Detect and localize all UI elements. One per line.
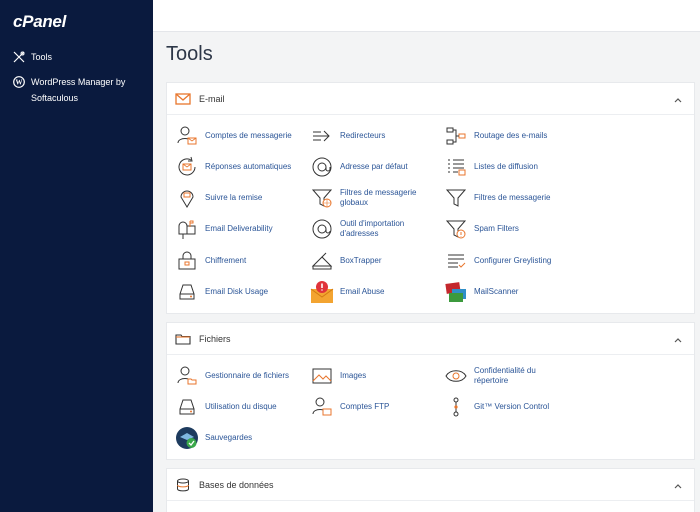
image-icon (310, 364, 334, 388)
folder-icon (175, 332, 191, 346)
tool-label: Réponses automatiques (205, 162, 292, 171)
sidebar-item-wordpress[interactable]: W WordPress Manager by Softaculous (13, 74, 138, 106)
cpanel-logo[interactable]: cPanel (13, 12, 66, 32)
sidebar-item-label: WordPress Manager by Softaculous (31, 77, 126, 103)
section-title: Bases de données (199, 479, 274, 490)
location-pin-icon (175, 186, 199, 210)
images-link[interactable]: Images (310, 362, 366, 390)
sidebar: cPanel Tools W WordPress Manager by Soft… (0, 0, 153, 512)
envelope-icon (175, 92, 191, 106)
top-bar (153, 0, 700, 32)
tool-label: Gestionnaire de fichiers (205, 371, 290, 380)
tool-label: Comptes de messagerie (205, 131, 292, 140)
comptes-de-messagerie-link[interactable]: Comptes de messagerie (175, 122, 292, 150)
disk-icon (175, 280, 199, 304)
email-section-header[interactable]: E-mail (167, 83, 694, 115)
email-disk-usage-link[interactable]: Email Disk Usage (175, 278, 268, 306)
tool-label: Suivre la remise (205, 193, 263, 202)
forward-arrow-icon (310, 124, 334, 148)
filtres-de-messagerie-link[interactable]: Filtres de messagerie (444, 184, 550, 212)
disk-usage-icon (175, 395, 199, 419)
greylisting-link[interactable]: Configurer Greylisting (444, 247, 551, 275)
greylisting-icon (444, 249, 468, 273)
tool-label: Adresse par défaut (340, 162, 408, 171)
tool-label: Email Abuse (340, 287, 385, 296)
encryption-icon (175, 249, 199, 273)
filter-icon (444, 186, 468, 210)
chiffrement-link[interactable]: Chiffrement (175, 247, 246, 275)
git-branch-icon (444, 395, 468, 419)
user-mail-icon (175, 124, 199, 148)
sidebar-item-label: Tools (31, 52, 53, 62)
files-section-header[interactable]: Fichiers (167, 323, 694, 355)
tool-label: Confidentialité du répertoire (474, 366, 536, 385)
tool-label: Filtres de messagerie globaux (340, 188, 417, 207)
file-manager-icon (175, 364, 199, 388)
tool-label: Email Deliverability (205, 224, 273, 233)
sauvegardes-link[interactable]: Sauvegardes (175, 424, 252, 452)
chevron-up-icon[interactable] (672, 93, 684, 105)
ftp-accounts-icon (310, 395, 334, 419)
tool-label: Sauvegardes (205, 433, 253, 442)
suivre-la-remise-link[interactable]: Suivre la remise (175, 184, 262, 212)
svg-text:W: W (16, 79, 23, 87)
databases-section: Bases de données (166, 468, 695, 512)
git-version-control-link[interactable]: Git™ Version Control (444, 393, 549, 421)
mailing-list-icon (444, 155, 468, 179)
global-filter-icon (310, 186, 334, 210)
tool-label: Comptes FTP (340, 402, 390, 411)
tool-label: Outil d'importation d'adresses (340, 219, 405, 238)
adresse-par-defaut-link[interactable]: Adresse par défaut (310, 153, 408, 181)
database-icon (175, 478, 191, 492)
gestionnaire-fichiers-link[interactable]: Gestionnaire de fichiers (175, 362, 289, 390)
tool-label: Filtres de messagerie (474, 193, 551, 202)
backup-icon (175, 426, 199, 450)
section-title: Fichiers (199, 333, 231, 344)
tool-label: Routage des e-mails (474, 131, 548, 140)
mailbox-icon (175, 217, 199, 241)
boxtrapper-icon (310, 249, 334, 273)
email-abuse-icon (310, 280, 334, 304)
autoresponder-icon (175, 155, 199, 179)
eye-icon (444, 364, 468, 388)
email-deliverability-link[interactable]: Email Deliverability (175, 215, 273, 243)
tools-icon (13, 51, 25, 63)
tool-label: Configurer Greylisting (474, 256, 552, 265)
filtres-globaux-link[interactable]: Filtres de messagerie globaux (310, 184, 435, 212)
tool-label: Chiffrement (205, 256, 247, 265)
spam-filter-icon (444, 217, 468, 241)
tool-label: Redirecteurs (340, 131, 386, 140)
at-sign-icon (310, 155, 334, 179)
boxtrapper-link[interactable]: BoxTrapper (310, 247, 382, 275)
spam-filters-link[interactable]: Spam Filters (444, 215, 519, 243)
tool-label: BoxTrapper (340, 256, 382, 265)
page-title: Tools (166, 43, 213, 65)
databases-section-header[interactable]: Bases de données (167, 469, 694, 501)
tool-label: Spam Filters (474, 224, 519, 233)
mailscanner-icon (444, 280, 468, 304)
email-abuse-link[interactable]: Email Abuse (310, 278, 384, 306)
tool-label: Utilisation du disque (205, 402, 277, 411)
listes-de-diffusion-link[interactable]: Listes de diffusion (444, 153, 538, 181)
section-title: E-mail (199, 93, 225, 104)
chevron-up-icon[interactable] (672, 479, 684, 491)
redirecteurs-link[interactable]: Redirecteurs (310, 122, 385, 150)
outil-importation-link[interactable]: Outil d'importation d'adresses (310, 215, 435, 243)
import-at-icon (310, 217, 334, 241)
tool-label: Listes de diffusion (474, 162, 538, 171)
tool-label: Git™ Version Control (474, 402, 550, 411)
reponses-automatiques-link[interactable]: Réponses automatiques (175, 153, 291, 181)
tool-label: Images (340, 371, 367, 380)
wordpress-icon: W (13, 76, 25, 88)
routing-icon (444, 124, 468, 148)
tool-label: MailScanner (474, 287, 519, 296)
confidentialite-repertoire-link[interactable]: Confidentialité du répertoire (444, 362, 569, 390)
routage-des-emails-link[interactable]: Routage des e-mails (444, 122, 547, 150)
comptes-ftp-link[interactable]: Comptes FTP (310, 393, 389, 421)
mailscanner-link[interactable]: MailScanner (444, 278, 518, 306)
utilisation-disque-link[interactable]: Utilisation du disque (175, 393, 277, 421)
sidebar-item-tools[interactable]: Tools (13, 49, 52, 65)
tool-label: Email Disk Usage (205, 287, 269, 296)
chevron-up-icon[interactable] (672, 333, 684, 345)
